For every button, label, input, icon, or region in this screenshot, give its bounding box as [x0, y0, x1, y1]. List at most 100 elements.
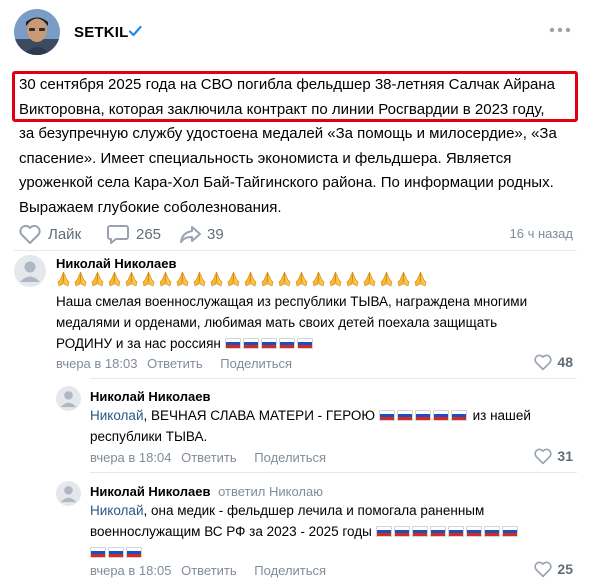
author-avatar[interactable]	[14, 9, 60, 55]
comment-author[interactable]: Николай Николаев	[90, 484, 210, 499]
share-comment-button[interactable]: Поделиться	[254, 450, 326, 465]
heart-icon	[534, 354, 553, 371]
comment-like-count: 25	[557, 561, 573, 577]
comment-author[interactable]: Николай Николаев	[90, 389, 210, 404]
comment-text-line: Николай, ВЕЧНАЯ СЛАВА МАТЕРИ - ГЕРОЮ из …	[90, 405, 580, 426]
default-avatar-icon	[60, 486, 77, 503]
heart-icon	[534, 561, 553, 578]
praying-hands-emoji	[142, 271, 155, 287]
verified-check-icon	[128, 25, 142, 37]
comment-text-part: , ВЕЧНАЯ СЛАВА МАТЕРИ - ГЕРОЮ	[143, 408, 376, 423]
avatar-photo	[14, 9, 60, 55]
russia-flag-emoji	[393, 526, 410, 537]
comment-text-part: из нашей	[472, 408, 531, 423]
comment-like-button[interactable]: 25	[533, 560, 573, 578]
flags-group	[224, 336, 315, 351]
comment-text-line	[90, 542, 580, 563]
flags-group	[90, 545, 144, 560]
russia-flag-emoji	[429, 526, 446, 537]
russia-flag-emoji	[465, 526, 482, 537]
russia-flag-emoji	[278, 338, 295, 349]
praying-hands-emoji	[91, 271, 104, 287]
post-text-line: Выражаем глубокие соболезнования.	[19, 198, 282, 216]
like-button[interactable]: Лайк	[18, 222, 81, 246]
comment-icon	[107, 225, 129, 244]
divider	[90, 472, 577, 473]
praying-hands-emoji	[295, 271, 308, 287]
comment-avatar[interactable]	[56, 481, 81, 506]
answered-to[interactable]: ответил Николаю	[218, 484, 323, 499]
comment-text: Николай, она медик - фельдшер лечила и п…	[90, 500, 580, 563]
reply-button[interactable]: Ответить	[147, 356, 203, 371]
praying-hands-emoji	[227, 271, 240, 287]
comment-text-line: РОДИНУ и за нас россиян	[56, 333, 576, 354]
heart-icon	[534, 448, 553, 465]
comment-author[interactable]: Николай Николаев	[56, 256, 176, 271]
flags-group	[375, 524, 520, 539]
pray-row	[56, 271, 430, 289]
comment-like-button[interactable]: 48	[533, 353, 573, 371]
post-text-line: спасение». Имеет специальность экономист…	[19, 149, 512, 167]
comment-count: 265	[136, 225, 162, 243]
russia-flag-emoji	[450, 410, 467, 421]
post-author-name[interactable]: SETKIL	[74, 24, 129, 41]
comment-text-line: Наша смелая военнослужащая из республики…	[56, 294, 528, 309]
comment-meta: вчера в 18:03 Ответить Поделиться	[56, 356, 292, 371]
praying-hands-emoji	[176, 271, 189, 287]
praying-hands-emoji	[414, 271, 427, 287]
russia-flag-emoji	[260, 338, 277, 349]
comment-time[interactable]: вчера в 18:03	[56, 356, 137, 371]
russia-flag-emoji	[90, 547, 106, 558]
russia-flag-emoji	[501, 526, 518, 537]
post-time[interactable]: 16 ч назад	[510, 226, 574, 241]
praying-hands-emoji	[346, 271, 359, 287]
heart-icon	[19, 224, 41, 244]
praying-hands-emoji	[74, 271, 87, 287]
share-arrow-icon	[180, 226, 201, 243]
reply-button[interactable]: Ответить	[181, 450, 237, 465]
russia-flag-emoji	[396, 410, 413, 421]
comment-meta: вчера в 18:05 Ответить Поделиться	[90, 563, 326, 578]
praying-hands-emoji	[261, 271, 274, 287]
comment-text: Николай, ВЕЧНАЯ СЛАВА МАТЕРИ - ГЕРОЮ из …	[90, 405, 580, 447]
comment-time[interactable]: вчера в 18:05	[90, 563, 171, 578]
russia-flag-emoji	[224, 338, 241, 349]
reply-button[interactable]: Ответить	[181, 563, 237, 578]
russia-flag-emoji	[242, 338, 259, 349]
default-avatar-icon	[20, 261, 40, 282]
share-button[interactable]: 39	[179, 222, 224, 246]
comment-text-part: , она медик - фельдшер лечила и помогала…	[143, 503, 485, 518]
praying-hands-emoji	[329, 271, 342, 287]
russia-flag-emoji	[414, 410, 431, 421]
comment-like-count: 48	[557, 354, 573, 370]
comment-button[interactable]: 265	[106, 222, 161, 246]
comment-time[interactable]: вчера в 18:04	[90, 450, 171, 465]
comment-text-line: Николай, она медик - фельдшер лечила и п…	[90, 500, 580, 521]
comment-like-count: 31	[557, 448, 573, 464]
post-text-line: за безупречную службу удостоена медалей …	[19, 125, 557, 142]
comment-text-line: медалями и орденами, любимая мать своих …	[56, 315, 498, 330]
russia-flag-emoji	[483, 526, 500, 537]
comment-text-line: республики ТЫВА.	[90, 429, 208, 444]
praying-hands-emoji	[363, 271, 376, 287]
praying-hands-emoji	[380, 271, 393, 287]
comment-meta: вчера в 18:04 Ответить Поделиться	[90, 450, 326, 465]
comment-avatar[interactable]	[56, 386, 81, 411]
comment-like-button[interactable]: 31	[533, 447, 573, 465]
comment-text-part: военнослужащим ВС РФ за 2023 - 2025 годы	[90, 524, 372, 539]
praying-hands-emoji	[312, 271, 325, 287]
russia-flag-emoji	[447, 526, 464, 537]
share-comment-button[interactable]: Поделиться	[220, 356, 292, 371]
comment-avatar[interactable]	[14, 255, 46, 287]
russia-flag-emoji	[108, 547, 124, 558]
post-text-line: уроженкой села Кара-Хол Бай-Тайгинского …	[19, 174, 554, 191]
mention-link[interactable]: Николай	[90, 503, 144, 518]
russia-flag-emoji	[411, 526, 428, 537]
more-dots-icon[interactable]	[548, 23, 572, 37]
russia-flag-emoji	[375, 526, 392, 537]
praying-hands-emoji	[210, 271, 223, 287]
share-comment-button[interactable]: Поделиться	[254, 563, 326, 578]
mention-link[interactable]: Николай	[90, 408, 144, 423]
praying-hands-emoji	[57, 271, 70, 287]
divider	[90, 378, 577, 379]
